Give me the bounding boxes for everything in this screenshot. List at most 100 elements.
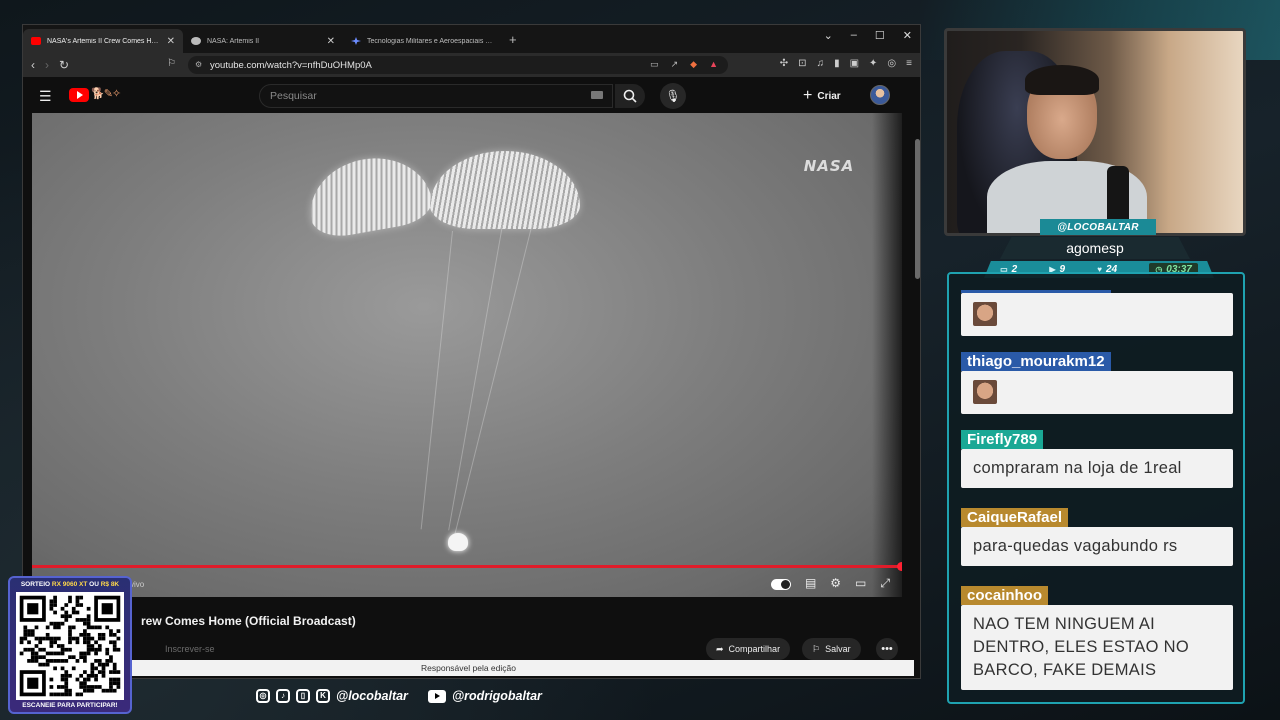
qr-module	[90, 647, 95, 652]
streamer-handle: @LOCOBALTAR	[1040, 219, 1156, 235]
wallet-icon[interactable]: ▣	[850, 58, 859, 69]
sparkle-icon	[351, 37, 361, 45]
qr-module	[86, 618, 91, 622]
hamburger-menu-icon[interactable]: ☰	[39, 88, 52, 105]
theater-mode-icon[interactable]: ▭	[855, 576, 866, 591]
chat-username[interactable]: CaiqueRafael	[961, 508, 1069, 527]
qr-module	[94, 625, 98, 630]
qr-module	[109, 677, 113, 682]
qr-module	[90, 666, 95, 671]
chat-username[interactable]: Firefly789	[961, 430, 1044, 449]
qr-module	[45, 662, 50, 667]
more-icon: •••	[881, 643, 893, 655]
qr-module	[112, 681, 117, 686]
close-icon[interactable]: ✕	[327, 36, 335, 47]
qr-module	[112, 632, 117, 637]
forward-icon[interactable]: ›	[45, 58, 49, 72]
menu-icon[interactable]: ≡	[906, 58, 912, 69]
more-actions-button[interactable]: •••	[876, 638, 898, 660]
keyboard-icon[interactable]	[591, 91, 603, 99]
music-icon[interactable]: ♫	[817, 58, 825, 69]
tab-tecnologias[interactable]: Tecnologias Militares e Aeroespaciais de…	[343, 29, 503, 53]
maximize-icon[interactable]: ☐	[875, 29, 885, 42]
youtube-logo[interactable]	[69, 88, 89, 102]
qr-module	[86, 651, 91, 656]
qr-module	[68, 692, 72, 697]
qr-module	[56, 685, 61, 689]
qr-module	[101, 666, 106, 671]
subscribe-button[interactable]: Inscrever-se	[165, 644, 215, 654]
qr-module	[34, 636, 39, 641]
qr-module	[94, 673, 98, 678]
tab-nasa-artemis[interactable]: NASA: Artemis II ✕	[183, 29, 343, 53]
back-icon[interactable]: ‹	[31, 58, 35, 72]
close-window-icon[interactable]: ✕	[903, 29, 912, 42]
url-field[interactable]: ⚙ youtube.com/watch?v=nfhDuOHMp0A ▭ ↗ ◆ …	[188, 56, 728, 74]
page-scrollbar[interactable]	[915, 139, 920, 279]
vpn-icon[interactable]: ◎	[887, 58, 896, 69]
qr-module	[75, 618, 80, 622]
qr-module	[112, 662, 117, 667]
qr-module	[38, 647, 43, 652]
doodle-icon[interactable]: 🐕✎✧	[91, 87, 121, 100]
fullscreen-icon[interactable]: ⤢	[880, 576, 890, 591]
face-emote	[973, 380, 997, 404]
rewards-icon[interactable]: ▲	[709, 59, 718, 70]
chat-message-body	[961, 371, 1233, 414]
qr-module	[64, 673, 69, 678]
qr-module	[30, 651, 35, 656]
reload-icon[interactable]: ↻	[59, 58, 69, 72]
qr-module	[64, 692, 69, 697]
tab-artemis-youtube[interactable]: NASA's Artemis II Crew Comes Home (Offic…	[23, 29, 183, 53]
chat-username[interactable]: cocainhoo	[961, 586, 1049, 605]
qr-module	[101, 688, 106, 693]
video-player[interactable]: NASA vivo ▤ ⚙ ▭ ⤢	[32, 113, 902, 597]
qr-module	[49, 640, 54, 645]
new-tab-button[interactable]: +	[509, 32, 517, 47]
qr-module	[49, 606, 54, 611]
leo-icon[interactable]: ✦	[869, 58, 877, 69]
autoplay-toggle[interactable]	[770, 579, 791, 590]
qr-module	[109, 632, 113, 637]
share-icon[interactable]: ↗	[671, 59, 679, 70]
qr-module	[97, 670, 102, 674]
subtitles-icon[interactable]: ▤	[805, 576, 816, 591]
qr-module	[79, 618, 84, 622]
sidebar-icon[interactable]: ▮	[834, 58, 840, 69]
bookmark-icon[interactable]: ⚐	[167, 58, 176, 69]
qr-module	[60, 659, 65, 663]
site-info-icon[interactable]: ⚙	[195, 60, 202, 69]
progress-scrubber[interactable]	[897, 562, 902, 571]
voice-search-button[interactable]: 🎙	[660, 83, 686, 109]
minimize-icon[interactable]: –	[851, 29, 857, 42]
search-button[interactable]	[615, 84, 645, 108]
settings-icon[interactable]: ⚙	[830, 576, 841, 591]
giveaway-cash: R$ 8K	[100, 581, 120, 588]
create-button[interactable]: + Criar	[803, 85, 841, 107]
qr-module	[105, 651, 110, 656]
chevron-down-icon[interactable]: ⌄	[824, 29, 833, 42]
extensions-icon[interactable]: ✣	[780, 58, 788, 69]
share-button[interactable]: ➦ Compartilhar	[706, 638, 791, 660]
brave-shield-icon[interactable]: ◆	[690, 59, 697, 70]
qr-code[interactable]	[16, 592, 124, 700]
qr-module	[68, 629, 72, 633]
url-actions: ▭ ↗ ◆ ▲	[650, 59, 718, 70]
screenshot-icon[interactable]: ⊡	[798, 58, 806, 69]
cast-icon[interactable]: ▭	[650, 59, 659, 70]
qr-module	[90, 670, 95, 674]
twitch-icon: ▯	[296, 689, 310, 703]
chat-message-body: para-quedas vagabundo rs	[961, 527, 1233, 567]
qr-module	[83, 618, 87, 622]
qr-module	[38, 655, 43, 660]
nasa-icon	[191, 37, 201, 45]
parachute-lines	[420, 230, 453, 530]
avatar[interactable]	[870, 85, 890, 105]
progress-bar[interactable]	[32, 562, 902, 571]
qr-module	[30, 629, 35, 633]
save-button[interactable]: ⚐ Salvar	[802, 638, 861, 660]
qr-module	[79, 632, 84, 637]
search-input[interactable]: Pesquisar	[259, 84, 613, 108]
close-icon[interactable]: ✕	[167, 36, 175, 47]
chat-username[interactable]: thiago_mourakm12	[961, 352, 1111, 371]
